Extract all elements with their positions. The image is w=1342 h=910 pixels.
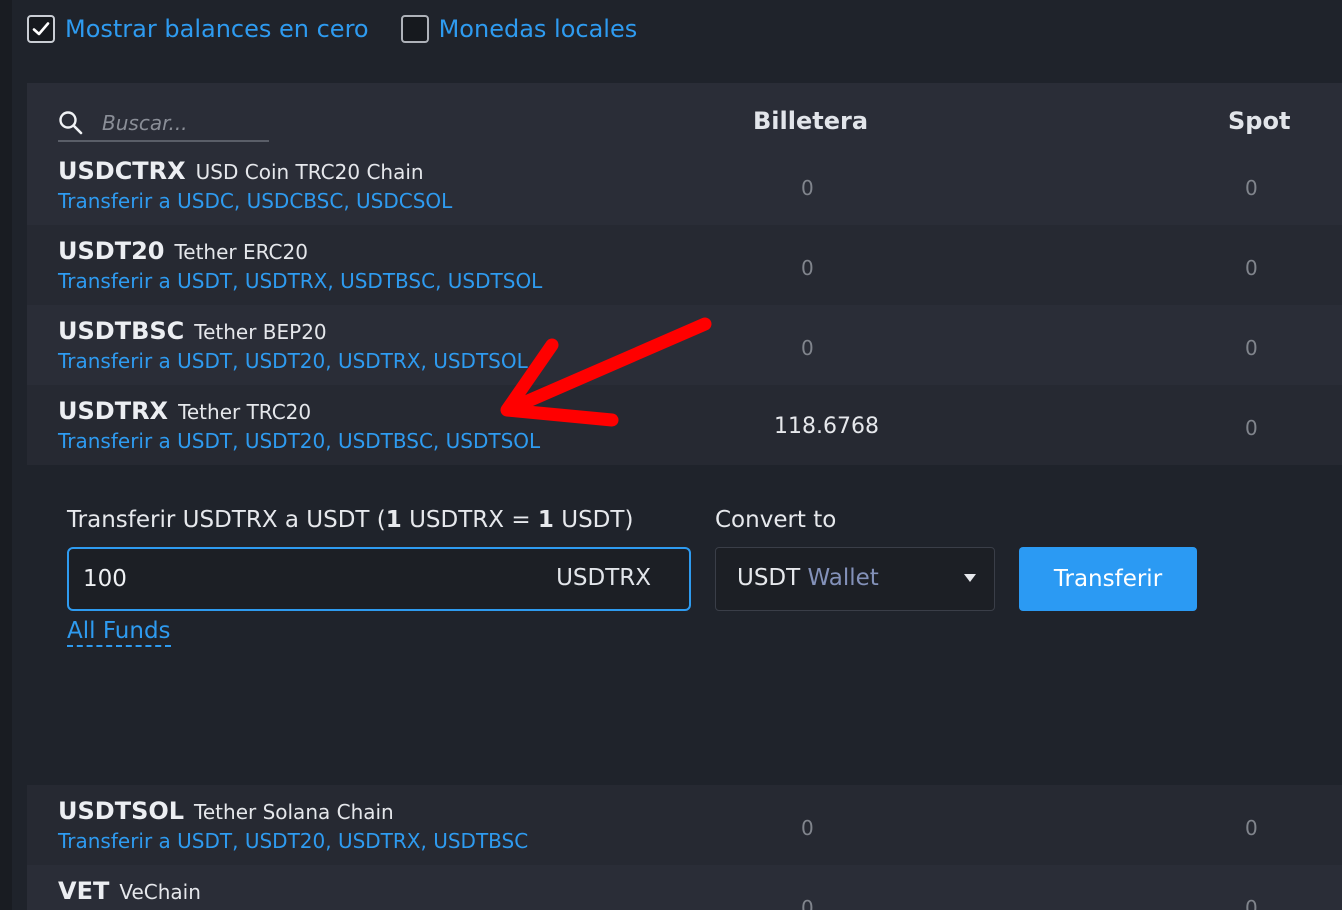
- transfer-link[interactable]: Transferir a USDT, USDT20, USDTBSC, USDT…: [58, 429, 540, 453]
- transfer-link[interactable]: Transferir a USDT, USDT20, USDTRX, USDTS…: [58, 349, 528, 373]
- coin-symbol: USDCTRX: [58, 157, 186, 185]
- search-box: [58, 106, 269, 142]
- show-zero-balances-checkbox[interactable]: [27, 15, 55, 43]
- rate-from-unit: USDTRX =: [401, 507, 538, 533]
- spot-balance: 0: [1245, 896, 1258, 910]
- local-currencies-label: Monedas locales: [438, 15, 638, 43]
- rate-to-unit: USDT): [553, 507, 634, 533]
- spot-balance: 0: [1245, 176, 1258, 200]
- table-row: USDT20 Tether ERC20 Transferir a USDT, U…: [27, 225, 1342, 305]
- transfer-link[interactable]: Transferir a USDT, USDT20, USDTRX, USDTB…: [58, 829, 528, 853]
- coin-name: Tether Solana Chain: [194, 800, 394, 824]
- coin-symbol: VET: [58, 877, 110, 905]
- spot-balance: 0: [1245, 336, 1258, 360]
- column-header-spot: Spot: [1228, 107, 1291, 135]
- coin-name: USD Coin TRC20 Chain: [195, 160, 424, 184]
- amount-input[interactable]: [83, 563, 523, 595]
- wallet-balance: 0: [801, 176, 814, 200]
- coin-name: Tether ERC20: [174, 240, 308, 264]
- all-funds-link[interactable]: All Funds: [67, 617, 171, 647]
- spot-balance: 0: [1245, 256, 1258, 280]
- amount-unit: USDTRX: [556, 565, 651, 591]
- coin-symbol: USDTBSC: [58, 317, 185, 345]
- wallet-balance: 0: [801, 256, 814, 280]
- filter-local-currencies[interactable]: Monedas locales: [400, 15, 638, 43]
- wallet-balance: 118.6768: [774, 414, 879, 439]
- table-row: VET VeChain 0 0: [27, 865, 1342, 910]
- filter-show-zero-balances[interactable]: Mostrar balances en cero: [27, 15, 369, 43]
- convert-selected-value: USDT Wallet: [737, 565, 879, 591]
- convert-selected-sub: Wallet: [807, 565, 879, 591]
- coin-name: Tether TRC20: [178, 400, 312, 424]
- transfer-submit-button[interactable]: Transferir: [1019, 547, 1197, 611]
- check-icon: [32, 22, 50, 36]
- convert-selected-coin: USDT: [737, 565, 801, 591]
- wallet-balance: 0: [801, 816, 814, 840]
- coin-symbol: USDT20: [58, 237, 165, 265]
- caret-down-icon: [964, 574, 976, 582]
- wallet-balance: 0: [801, 896, 814, 910]
- search-input[interactable]: [102, 111, 262, 135]
- coin-name: Tether BEP20: [194, 320, 327, 344]
- wallet-balance: 0: [801, 336, 814, 360]
- column-header-wallet: Billetera: [753, 107, 869, 135]
- spot-balance: 0: [1245, 416, 1258, 440]
- convert-to-select[interactable]: USDT Wallet: [715, 547, 995, 611]
- table-row: USDTSOL Tether Solana Chain Transferir a…: [27, 785, 1342, 865]
- transfer-link[interactable]: Transferir a USDC, USDCBSC, USDCSOL: [58, 189, 452, 213]
- amount-field[interactable]: USDTRX: [67, 547, 691, 611]
- convert-to-label: Convert to: [715, 507, 837, 533]
- transfer-form: Transferir USDTRX a USDT (1 USDTRX = 1 U…: [27, 465, 1342, 785]
- balances-panel: Billetera Spot USDCTRX USD Coin TRC20 Ch…: [27, 83, 1342, 910]
- rate-from-amount: 1: [385, 507, 402, 533]
- table-row: USDCTRX USD Coin TRC20 Chain Transferir …: [27, 145, 1342, 225]
- transfer-rate-label: Transferir USDTRX a USDT (1 USDTRX = 1 U…: [67, 507, 633, 533]
- spot-balance: 0: [1245, 816, 1258, 840]
- rate-label-prefix: Transferir USDTRX a USDT (: [67, 507, 386, 533]
- transfer-link[interactable]: Transferir a USDT, USDTRX, USDTBSC, USDT…: [58, 269, 542, 293]
- coin-name: VeChain: [119, 880, 201, 904]
- left-edge-strip: [0, 0, 12, 910]
- rate-to-amount: 1: [537, 507, 554, 533]
- coin-symbol: USDTRX: [58, 397, 169, 425]
- coin-symbol: USDTSOL: [58, 797, 185, 825]
- arrow-annotation: [500, 317, 712, 427]
- show-zero-balances-label: Mostrar balances en cero: [65, 15, 369, 43]
- local-currencies-checkbox[interactable]: [400, 15, 429, 43]
- search-icon: [59, 111, 83, 135]
- filters-bar: Mostrar balances en cero Monedas locales: [27, 14, 669, 44]
